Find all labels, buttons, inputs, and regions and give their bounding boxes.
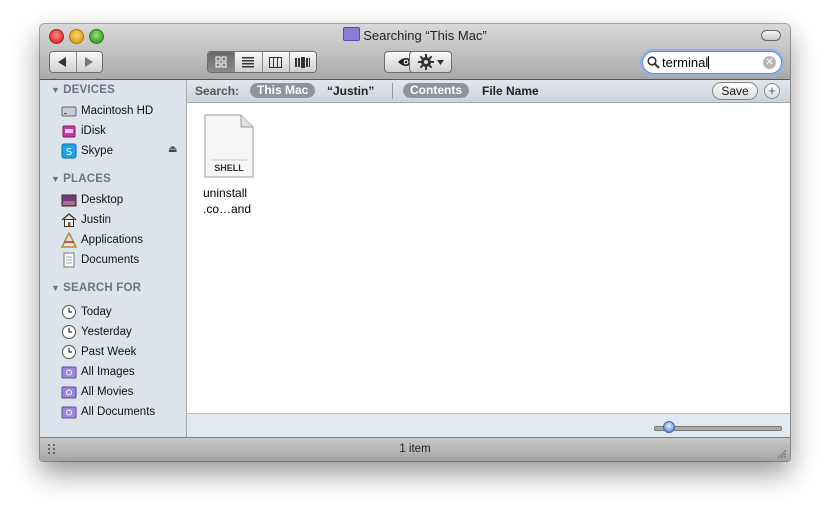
back-button[interactable] <box>50 52 77 72</box>
file-name-line-1: uninstall <box>203 186 248 200</box>
save-search-button[interactable]: Save <box>712 82 758 100</box>
home-icon <box>61 213 77 227</box>
criteria-file-name-button[interactable]: File Name <box>482 84 539 98</box>
smart-folder-icon <box>343 27 361 41</box>
back-forward-control <box>49 51 103 73</box>
hard-drive-icon <box>61 106 77 117</box>
disclosure-triangle-icon: ▼ <box>51 85 61 95</box>
search-icon <box>647 56 660 69</box>
sidebar-item-all-movies[interactable]: All Movies <box>61 383 181 401</box>
idisk-icon <box>62 125 76 138</box>
chevron-down-icon <box>436 59 444 65</box>
clock-icon <box>62 325 76 339</box>
file-name-line-2: .co…and <box>203 202 252 216</box>
icon-view-icon <box>215 56 227 68</box>
icon-size-slider-knob[interactable] <box>663 421 675 433</box>
sidebar-item-applications[interactable]: Applications <box>61 231 181 249</box>
window-title: Searching “This Mac” <box>40 27 790 43</box>
sidebar-item-skype[interactable]: S Skype <box>61 142 181 160</box>
search-scope-bar: Search: This Mac “Justin” Contents File … <box>187 80 790 103</box>
item-count: 1 item <box>399 443 431 455</box>
result-item[interactable]: SHELL uninstall .co…and <box>201 113 261 216</box>
sidebar-section-devices[interactable]: ▼ DEVICES <box>51 84 115 96</box>
sidebar-item-justin[interactable]: Justin <box>61 211 181 229</box>
window-title-text: Searching “This Mac” <box>363 28 487 43</box>
forward-arrow-icon <box>84 57 93 67</box>
toolbar-toggle-button[interactable] <box>761 30 781 41</box>
sidebar: ▼ DEVICES Macintosh HD iDisk S Skype ⏏ ▼ P… <box>40 80 187 437</box>
list-view-button[interactable] <box>235 52 263 72</box>
window-resize-icon[interactable] <box>775 447 787 459</box>
finder-window: Searching “This Mac” terminal ✕ ▼ DEVICE… <box>40 24 790 461</box>
applications-icon <box>61 232 77 248</box>
smart-folder-icon <box>61 386 77 399</box>
disclosure-triangle-icon: ▼ <box>51 283 61 293</box>
list-view-icon <box>242 56 255 67</box>
sidebar-item-documents[interactable]: Documents <box>61 251 181 269</box>
action-menu-button[interactable] <box>409 51 452 73</box>
sidebar-section-places[interactable]: ▼ PLACES <box>51 173 111 185</box>
scope-separator <box>392 83 393 99</box>
scope-this-mac-button[interactable]: This Mac <box>250 83 316 98</box>
search-input[interactable]: terminal ✕ <box>642 51 782 74</box>
sidebar-item-all-documents[interactable]: All Documents <box>61 403 181 421</box>
titlebar-toolbar: Searching “This Mac” terminal ✕ <box>40 24 790 80</box>
file-name: uninstall .co…and <box>203 185 251 217</box>
sidebar-item-desktop[interactable]: Desktop <box>61 191 181 209</box>
clock-icon <box>62 345 76 359</box>
view-mode-control <box>207 51 317 73</box>
cover-flow-button[interactable] <box>289 52 316 72</box>
column-view-icon <box>269 56 283 68</box>
svg-text:S: S <box>66 147 72 158</box>
clear-search-icon[interactable]: ✕ <box>763 56 776 69</box>
add-criteria-button[interactable]: + <box>764 83 780 99</box>
sidebar-item-today[interactable]: Today <box>61 303 181 321</box>
cover-flow-icon <box>295 56 311 68</box>
smart-folder-icon <box>61 406 77 419</box>
zoom-bar <box>187 413 790 438</box>
smart-folder-icon <box>61 366 77 379</box>
sidebar-item-past-week[interactable]: Past Week <box>61 343 181 361</box>
disclosure-triangle-icon: ▼ <box>51 174 61 184</box>
icon-view-button[interactable] <box>208 52 236 72</box>
shell-script-icon: SHELL <box>204 114 254 178</box>
search-query: terminal <box>662 55 709 70</box>
desktop-icon <box>61 194 77 207</box>
scope-justin-button[interactable]: “Justin” <box>327 84 374 98</box>
documents-icon <box>63 252 75 268</box>
results-area: SHELL uninstall .co…and <box>187 103 790 413</box>
criteria-contents-button[interactable]: Contents <box>403 83 469 98</box>
clock-icon <box>62 305 76 319</box>
sidebar-item-all-images[interactable]: All Images <box>61 363 181 381</box>
status-bar: 1 item <box>40 437 790 461</box>
gear-icon <box>417 54 434 70</box>
skype-icon: S <box>61 143 77 159</box>
file-type-badge: SHELL <box>214 163 244 173</box>
search-scope-label: Search: <box>195 84 240 98</box>
forward-button[interactable] <box>76 52 102 72</box>
sidebar-item-macintosh-hd[interactable]: Macintosh HD <box>61 102 181 120</box>
back-arrow-icon <box>58 57 67 67</box>
eject-icon[interactable]: ⏏ <box>168 144 177 155</box>
sidebar-section-search-for[interactable]: ▼ SEARCH FOR <box>51 282 141 294</box>
sidebar-item-idisk[interactable]: iDisk <box>61 122 181 140</box>
sidebar-item-yesterday[interactable]: Yesterday <box>61 323 181 341</box>
column-view-button[interactable] <box>262 52 290 72</box>
